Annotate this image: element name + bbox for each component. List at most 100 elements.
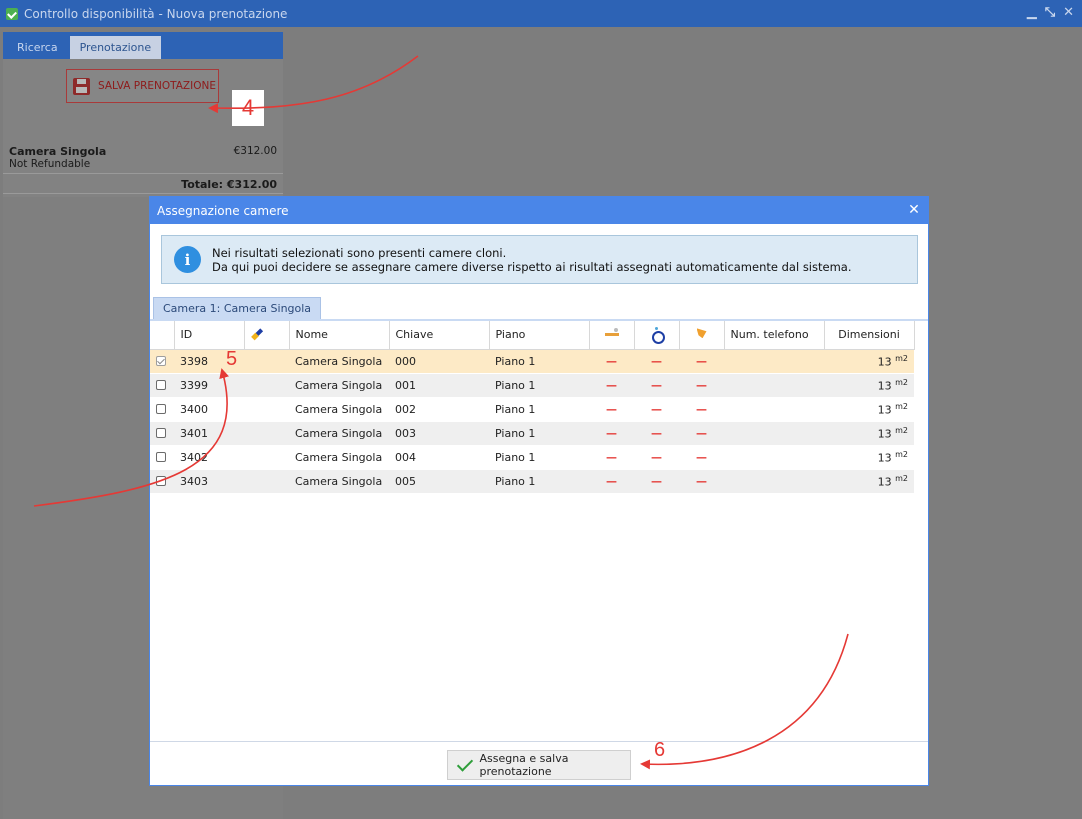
row-checkbox[interactable] [156,379,166,390]
size-value: 13 [877,403,892,417]
cell-key: 004 [389,445,489,470]
cell-smoking: — [589,349,634,374]
row-select-cell [150,421,174,446]
rooms-grid: ID Nome Chiave Piano Num. telefono Dimen… [150,319,928,741]
column-header-id[interactable]: ID [174,321,245,350]
size-value: 13 [877,451,892,465]
row-checkbox[interactable] [156,475,166,486]
table-row[interactable]: 3400 Camera Singola 002 Piano 1 — — — 13… [150,397,914,422]
booking-total: Totale: €312.00 [181,178,277,191]
table-row[interactable]: 3402 Camera Singola 004 Piano 1 — — — 13… [150,445,914,470]
wheelchair-icon [650,327,665,345]
cell-pets: — [679,445,724,470]
floppy-disk-icon [73,77,90,95]
checkmark-icon [456,758,472,772]
window-title-bar: Controllo disponibilità - Nuova prenotaz… [0,0,1082,27]
cell-accessible: — [634,421,679,446]
cell-smoking: — [589,421,634,446]
cell-name: Camera Singola [289,349,389,374]
row-checkbox[interactable] [156,403,166,414]
info-line-2: Da qui puoi decidere se assegnare camere… [212,259,852,274]
table-row[interactable]: 3398 Camera Singola 000 Piano 1 — — — 13… [150,349,914,374]
column-header-floor[interactable]: Piano [489,321,590,350]
cell-accessible: — [634,445,679,470]
cell-accessible: — [634,469,679,494]
table-row[interactable]: 3401 Camera Singola 003 Piano 1 — — — 13… [150,421,914,446]
tab-ricerca[interactable]: Ricerca [7,36,68,59]
size-unit: m2 [895,401,908,411]
cell-pets: — [679,469,724,494]
row-select-cell [150,469,174,494]
cleaning-brush-icon [251,327,265,339]
cell-pets: — [679,349,724,374]
column-header-cleaning[interactable] [244,321,290,350]
row-checkbox[interactable] [156,355,166,366]
cell-size: 13 m2 [824,349,914,374]
restore-icon[interactable]: ⤡ [1045,5,1055,20]
cell-phone [724,349,824,374]
cell-id: 3402 [174,445,244,470]
row-checkbox[interactable] [156,427,166,438]
cell-name: Camera Singola [289,421,389,446]
cell-size: 13 m2 [824,469,914,494]
size-unit: m2 [895,425,908,435]
cell-pets: — [679,373,724,398]
window-title: Controllo disponibilità - Nuova prenotaz… [24,6,288,21]
cell-size: 13 m2 [824,397,914,422]
save-booking-button[interactable]: SALVA PRENOTAZIONE [66,69,219,103]
cell-name: Camera Singola [289,469,389,494]
row-select-cell [150,373,174,398]
cell-size: 13 m2 [824,445,914,470]
cell-size: 13 m2 [824,421,914,446]
size-unit: m2 [895,473,908,483]
save-booking-label: SALVA PRENOTAZIONE [98,80,216,92]
cell-size: 13 m2 [824,373,914,398]
tab-camera-1[interactable]: Camera 1: Camera Singola [153,297,322,319]
cell-accessible: — [634,373,679,398]
cell-key: 002 [389,397,489,422]
close-icon[interactable]: ✕ [907,203,921,217]
size-value: 13 [877,475,892,489]
select-column-header [150,321,175,350]
cell-key: 003 [389,421,489,446]
minimize-icon[interactable]: ▁ [1027,5,1037,20]
cell-phone [724,373,824,398]
dialog-title: Assegnazione camere [157,203,289,218]
column-header-pets[interactable] [679,321,725,350]
cell-name: Camera Singola [289,397,389,422]
cell-phone [724,397,824,422]
assign-and-save-label: Assegna e salva prenotazione [479,752,569,778]
row-checkbox[interactable] [156,451,166,462]
column-header-phone[interactable]: Num. telefono [724,321,825,350]
tab-prenotazione[interactable]: Prenotazione [69,36,162,59]
cell-pets: — [679,397,724,422]
table-row[interactable]: 3399 Camera Singola 001 Piano 1 — — — 13… [150,373,914,398]
row-select-cell [150,349,174,374]
window-controls: ▁ ⤡ ✕ [1027,5,1074,20]
column-header-size[interactable]: Dimensioni [824,321,915,350]
column-header-accessible[interactable] [634,321,680,350]
smoking-icon [604,327,619,339]
table-row[interactable]: 3403 Camera Singola 005 Piano 1 — — — 13… [150,469,914,494]
row-select-cell [150,397,174,422]
cell-pets: — [679,421,724,446]
column-header-smoking[interactable] [589,321,635,350]
cell-accessible: — [634,349,679,374]
cell-id: 3399 [174,373,244,398]
cell-cleaning [244,421,289,446]
cell-cleaning [244,469,289,494]
info-message: i Nei risultati selezionati sono present… [161,235,918,284]
booking-line: Camera Singola Not Refundable €312.00 [9,145,277,170]
close-window-icon[interactable]: ✕ [1063,5,1074,20]
column-header-key[interactable]: Chiave [389,321,490,350]
row-select-cell [150,445,174,470]
divider [3,193,283,194]
cell-id: 3400 [174,397,244,422]
cell-id: 3403 [174,469,244,494]
cell-smoking: — [589,373,634,398]
column-header-name[interactable]: Nome [289,321,390,350]
assign-and-save-button[interactable]: Assegna e salva prenotazione [447,750,631,780]
size-value: 13 [877,379,892,393]
cell-cleaning [244,397,289,422]
dialog-footer: Assegna e salva prenotazione [150,741,928,786]
